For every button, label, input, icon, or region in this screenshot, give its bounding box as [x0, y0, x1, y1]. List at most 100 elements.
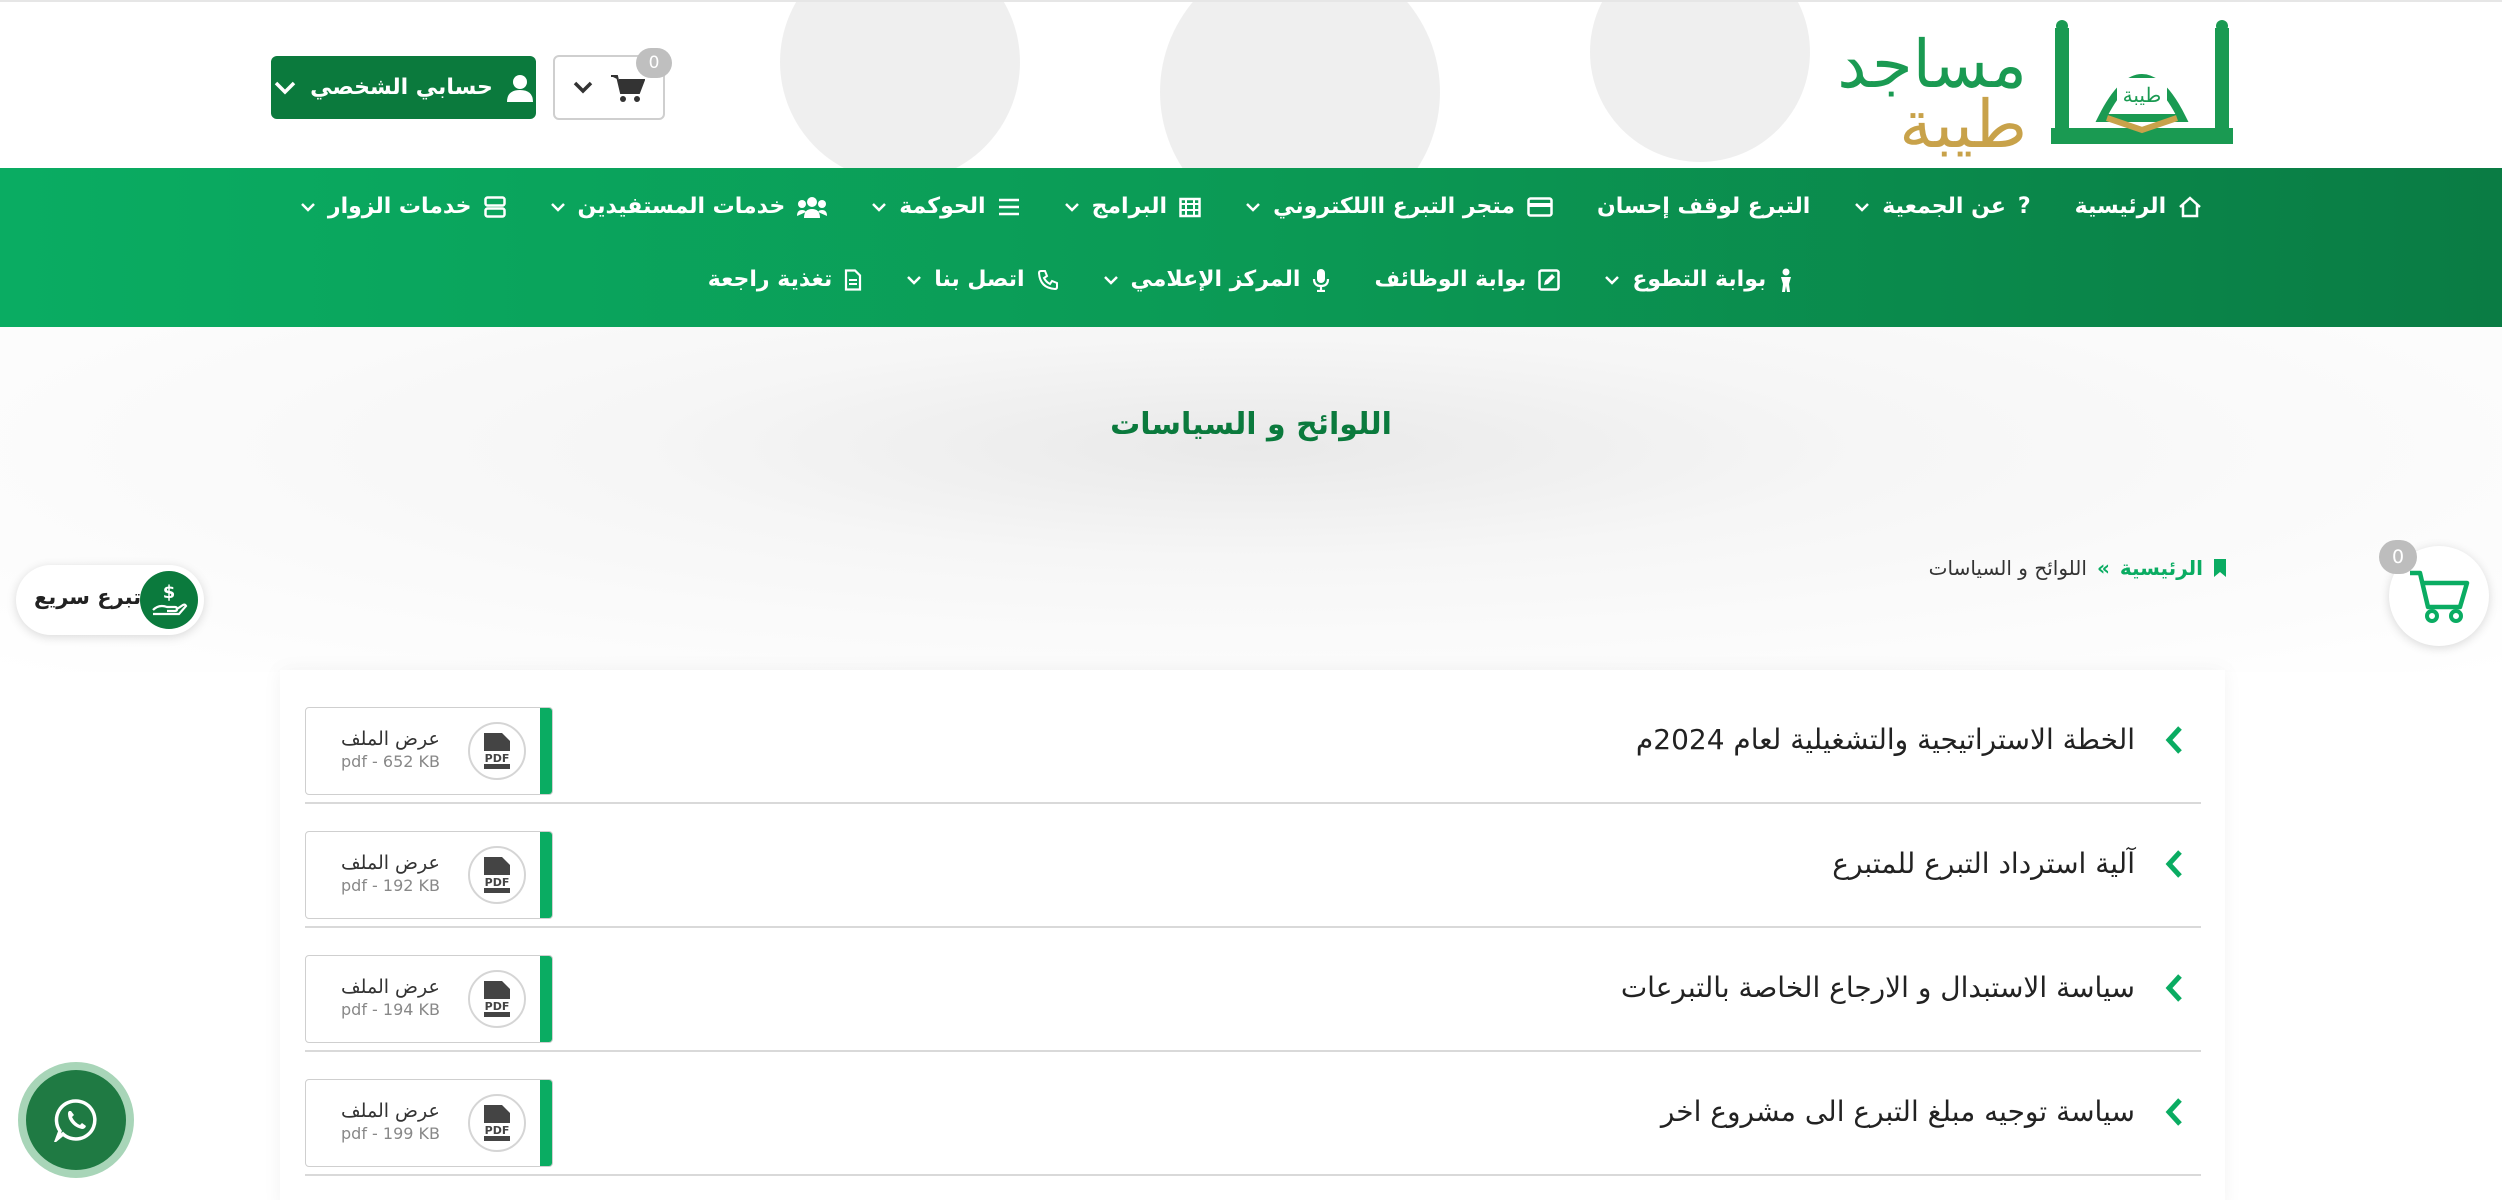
nav-item-label: الحوكمة [899, 194, 986, 219]
nav-item-jobs[interactable]: بوابة الوظائف [1374, 267, 1561, 292]
file-meta: pdf - 652 KB [341, 752, 440, 771]
page-hero-banner [0, 327, 2502, 672]
donate-hand-icon: $ [140, 571, 198, 629]
bookmark-icon [2214, 559, 2226, 577]
document-title[interactable]: آلية استرداد التبرع للمتبرع [1832, 847, 2135, 880]
file-card-accent [540, 832, 552, 918]
nav-item-label: خدمات المستفيدين [577, 194, 786, 219]
my-account-button[interactable]: حسابي الشخصي [271, 56, 536, 119]
whatsapp-chat-button[interactable] [18, 1062, 134, 1178]
user-icon [506, 74, 533, 102]
nav-item-contact[interactable]: اتصل بنا [906, 267, 1058, 292]
chevron-down-icon [907, 275, 922, 285]
file-meta: pdf - 199 KB [341, 1124, 440, 1143]
file-card-accent [540, 956, 552, 1042]
document-row[interactable]: سياسة الاستبدال و الارجاع الخاصة بالتبرع… [305, 929, 2201, 1052]
question-icon: ? [2017, 194, 2031, 219]
nav-item-volunteering[interactable]: بوابة التطوع [1604, 267, 1794, 292]
nav-item-waqf-donation[interactable]: التبرع لوقف إحسان [1597, 194, 1810, 219]
document-row[interactable]: سياسة توجيه مبلغ التبرع الى مشروع اخر PD… [305, 1053, 2201, 1176]
calendar-icon [1179, 197, 1201, 217]
chevron-down-icon [550, 202, 565, 212]
chevron-down-icon [573, 81, 593, 94]
svg-text:PDF: PDF [485, 1124, 510, 1137]
breadcrumb-current: اللوائح و السياسات [1928, 556, 2087, 580]
chevron-down-icon [274, 81, 296, 94]
chevron-down-icon [872, 202, 887, 212]
svg-text:$: $ [163, 582, 176, 603]
server-icon [483, 195, 506, 218]
shopping-cart-icon [2410, 570, 2470, 623]
nav-item-programs[interactable]: البرامج [1064, 194, 1202, 219]
mosque-emblem-icon: طيبة [2051, 20, 2233, 144]
file-card-accent [540, 1080, 552, 1166]
nav-item-label: بوابة التطوع [1632, 267, 1767, 292]
view-file-card[interactable]: PDF عرض الملف pdf - 192 KB [305, 831, 553, 919]
card-icon [1527, 196, 1553, 217]
nav-item-media-center[interactable]: المركز الإعلامي [1103, 267, 1331, 292]
nav-item-label: بوابة الوظائف [1374, 267, 1527, 292]
chevron-down-icon [1246, 202, 1260, 212]
pdf-file-icon: PDF [468, 1094, 526, 1152]
chevron-left-icon [2165, 974, 2182, 1002]
chevron-down-icon [301, 202, 315, 212]
shopping-cart-icon [611, 74, 645, 102]
nav-item-label: تغذية راجعة [707, 267, 833, 292]
top-header: طيبة مساجد طيبة حسابي الشخصي 0 [0, 0, 2502, 170]
pdf-file-icon: PDF [468, 722, 526, 780]
nav-row-primary: الرئيسية ? عن الجمعية التبرع لوقف إحسان … [0, 194, 2502, 219]
svg-text:PDF: PDF [485, 876, 510, 889]
nav-item-home[interactable]: الرئيسية [2075, 194, 2202, 219]
view-file-label: عرض الملف [341, 852, 440, 874]
view-file-label: عرض الملف [341, 1100, 440, 1122]
view-file-card[interactable]: PDF عرض الملف pdf - 194 KB [305, 955, 553, 1043]
nav-item-about[interactable]: ? عن الجمعية [1854, 194, 2031, 219]
pdf-file-icon: PDF [468, 970, 526, 1028]
nav-item-beneficiary-services[interactable]: خدمات المستفيدين [550, 194, 828, 219]
nav-row-secondary: بوابة التطوع بوابة الوظائف المركز الإعلا… [0, 267, 2502, 292]
svg-text:PDF: PDF [485, 1000, 510, 1013]
document-row[interactable]: آلية استرداد التبرع للمتبرع PDF عرض المل… [305, 805, 2201, 928]
nav-item-donation-store[interactable]: متجر التبرع االلكتروني [1245, 194, 1553, 219]
nav-item-feedback[interactable]: تغذية راجعة [708, 267, 862, 292]
nav-item-governance[interactable]: الحوكمة [871, 194, 1019, 219]
floating-cart-count-badge: 0 [2379, 540, 2417, 574]
file-meta: pdf - 192 KB [341, 876, 440, 895]
chevron-left-icon [2165, 850, 2182, 878]
whatsapp-icon [54, 1099, 97, 1142]
nav-item-label: عن الجمعية [1882, 194, 2006, 219]
users-icon [797, 196, 828, 218]
breadcrumb-home-link[interactable]: الرئيسية [2120, 556, 2203, 580]
document-title[interactable]: سياسة الاستبدال و الارجاع الخاصة بالتبرع… [1621, 971, 2135, 1004]
person-icon [1781, 268, 1792, 292]
chevron-left-icon [2165, 1098, 2182, 1126]
site-logo[interactable]: طيبة مساجد طيبة [1817, 18, 2237, 163]
cart-count-badge: 0 [636, 48, 672, 78]
chevron-left-icon [2165, 726, 2182, 754]
nav-item-visitor-services[interactable]: خدمات الزوار [300, 194, 506, 219]
nav-item-label: متجر التبرع االلكتروني [1273, 194, 1515, 219]
my-account-label: حسابي الشخصي [310, 75, 493, 100]
view-file-label: عرض الملف [341, 976, 440, 998]
document-title[interactable]: الخطة الاستراتيجية والتشغيلية لعام 2024م [1636, 723, 2135, 756]
nav-item-label: خدمات الزوار [327, 194, 472, 219]
chevron-down-icon [1064, 202, 1079, 212]
edit-icon [1538, 268, 1561, 291]
view-file-card[interactable]: PDF عرض الملف pdf - 652 KB [305, 707, 553, 795]
view-file-card[interactable]: PDF عرض الملف pdf - 199 KB [305, 1079, 553, 1167]
ornament-background-icon [780, 2, 1810, 170]
document-title[interactable]: سياسة توجيه مبلغ التبرع الى مشروع اخر [1661, 1095, 2135, 1128]
file-icon [845, 268, 862, 291]
phone-icon [1037, 269, 1058, 290]
logo-emblem-text: طيبة [2123, 83, 2162, 107]
nav-item-label: المركز الإعلامي [1130, 267, 1301, 292]
chevron-down-icon [1103, 275, 1118, 285]
nav-item-label: البرامج [1091, 194, 1168, 219]
breadcrumb: الرئيسية » اللوائح و السياسات [1929, 556, 2227, 580]
logo-text-taibah: طيبة [1899, 86, 2027, 163]
quick-donate-button[interactable]: تبرع سريع $ [16, 565, 204, 635]
main-navigation: الرئيسية ? عن الجمعية التبرع لوقف إحسان … [0, 168, 2502, 327]
document-row[interactable]: الخطة الاستراتيجية والتشغيلية لعام 2024م… [305, 681, 2201, 804]
nav-item-label: الرئيسية [2074, 194, 2167, 219]
view-file-label: عرض الملف [341, 728, 440, 750]
